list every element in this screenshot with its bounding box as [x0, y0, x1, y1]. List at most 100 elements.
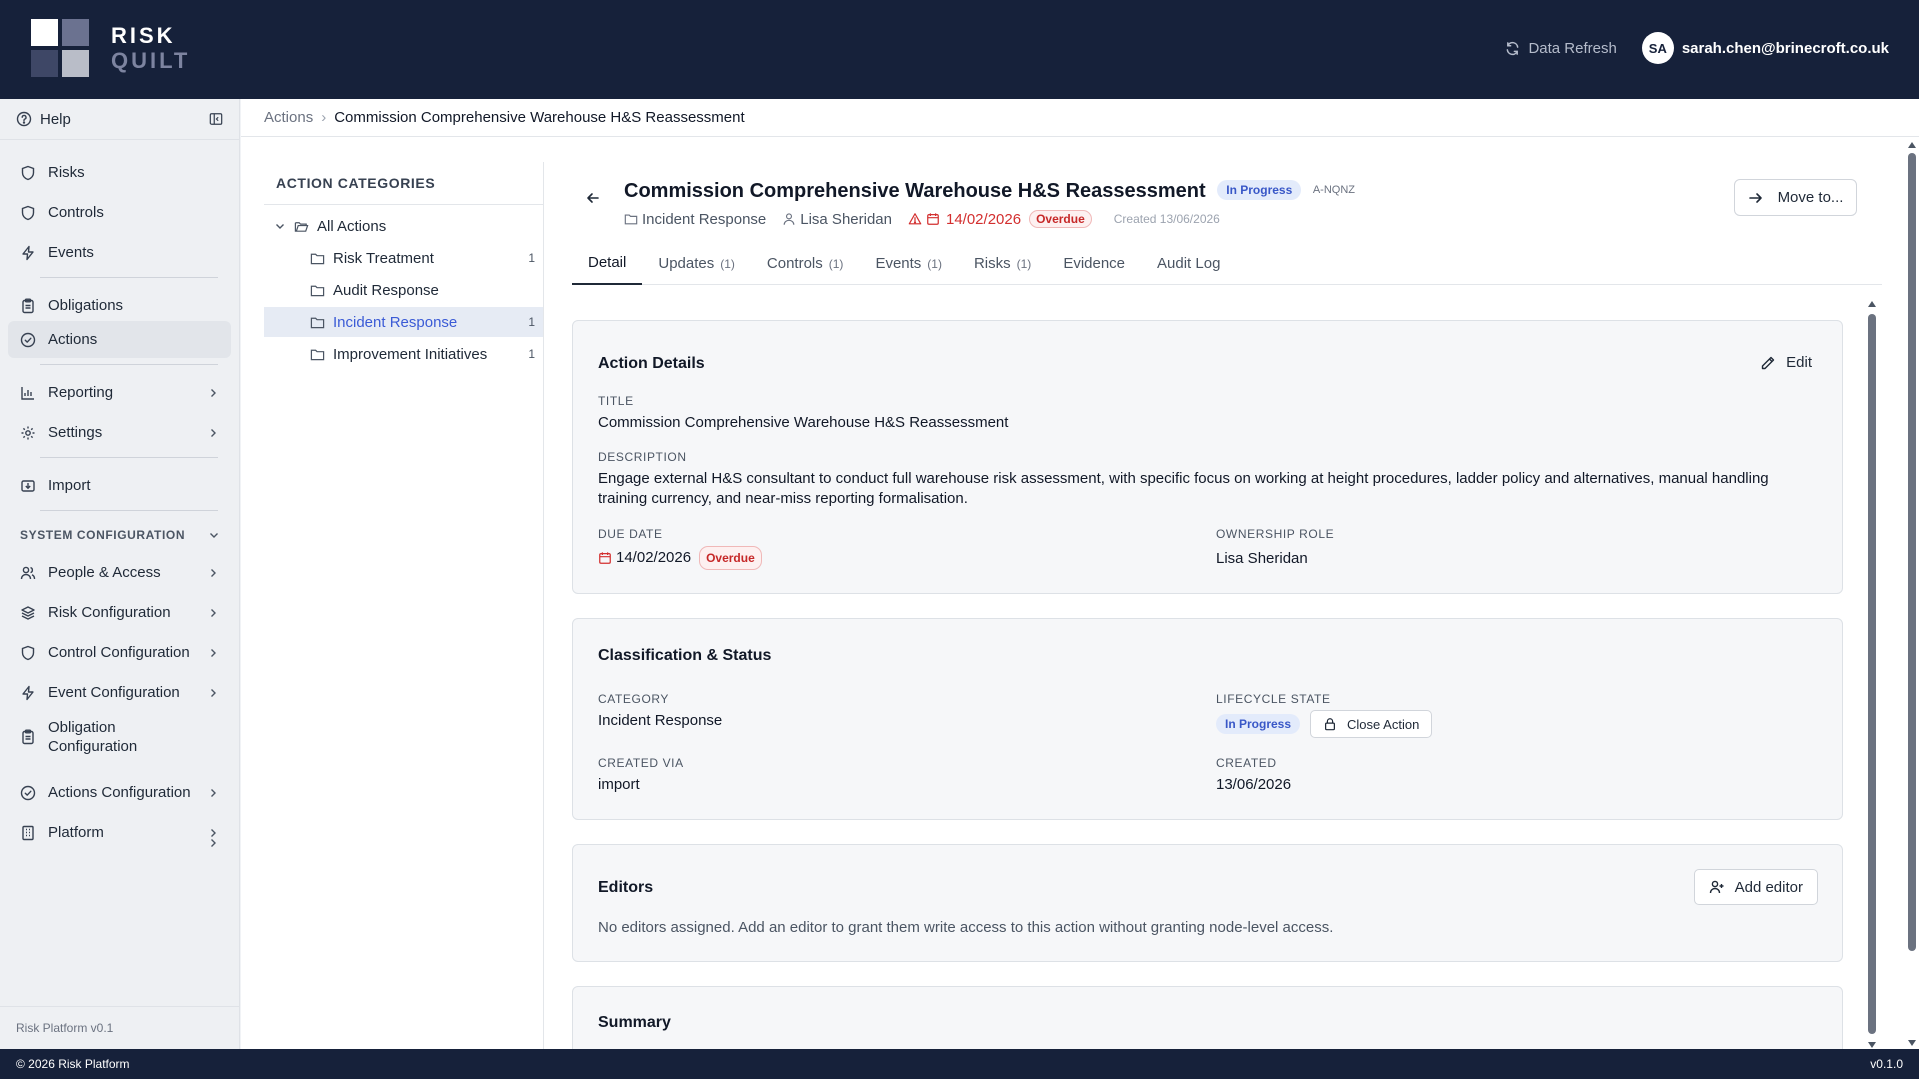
- summary-card: Summary: [572, 986, 1843, 1049]
- edit-label: Edit: [1786, 354, 1812, 371]
- tab-events[interactable]: Events (1): [859, 242, 958, 285]
- sidebar-item-label: Import: [48, 477, 91, 494]
- sidebar-item-event-configuration[interactable]: Event Configuration: [8, 674, 231, 711]
- category-improvement-initiatives[interactable]: Improvement Initiatives 1: [264, 339, 543, 369]
- category-incident-response[interactable]: Incident Response 1: [264, 307, 543, 337]
- category-all-actions[interactable]: All Actions: [264, 211, 543, 241]
- add-editor-button[interactable]: Add editor: [1693, 869, 1818, 905]
- sidebar-item-risks[interactable]: Risks: [8, 154, 231, 191]
- tab-detail[interactable]: Detail: [572, 242, 643, 285]
- collapse-sidebar-icon[interactable]: [209, 112, 223, 126]
- action-categories-panel: ACTION CATEGORIES All Actions Risk Treat…: [264, 162, 544, 1049]
- tab-risks[interactable]: Risks (1): [958, 242, 1047, 285]
- tab-label: Updates: [658, 255, 715, 272]
- shield-icon: [21, 205, 35, 220]
- category-label: Risk Treatment: [333, 249, 434, 267]
- top-bar: RISK QUILT Data Refresh SA sarah.chen@br…: [0, 0, 1919, 99]
- close-action-label: Close Action: [1347, 716, 1420, 732]
- category-count: 1: [528, 315, 535, 329]
- sidebar-item-control-configuration[interactable]: Control Configuration: [8, 634, 231, 671]
- tab-label: Controls: [766, 255, 823, 272]
- pencil-icon: [1761, 356, 1775, 369]
- clipboard-icon: [22, 729, 34, 745]
- folder-icon: [310, 253, 325, 264]
- tab-controls[interactable]: Controls (1): [751, 242, 860, 285]
- category-field-label: CATEGORY: [598, 692, 670, 706]
- sidebar-item-reporting[interactable]: Reporting: [8, 374, 231, 411]
- copyright: © 2026 Risk Platform: [16, 1057, 130, 1071]
- sidebar-item-actions[interactable]: Actions: [8, 321, 231, 358]
- meta-created: Created 13/06/2026: [1113, 212, 1220, 226]
- help-label: Help: [40, 110, 71, 128]
- description-field-label: DESCRIPTION: [598, 450, 687, 464]
- user-email: sarah.chen@brinecroft.co.uk: [1681, 39, 1889, 57]
- tab-label: Audit Log: [1157, 255, 1221, 272]
- system-configuration-header[interactable]: SYSTEM CONFIGURATION: [20, 528, 220, 542]
- action-categories-title: ACTION CATEGORIES: [264, 162, 543, 205]
- chevron-right-icon: [211, 568, 216, 577]
- sidebar-item-events[interactable]: Events: [8, 234, 231, 271]
- category-risk-treatment[interactable]: Risk Treatment 1: [264, 243, 543, 273]
- avatar: SA: [1641, 32, 1674, 64]
- data-refresh-button[interactable]: Data Refresh: [1505, 40, 1617, 57]
- user-icon: [783, 213, 795, 225]
- action-title-row: Commission Comprehensive Warehouse H&S R…: [624, 180, 1355, 203]
- card-title: Classification & Status: [598, 647, 772, 664]
- bar-chart-icon: [21, 386, 34, 400]
- sidebar: Help Risks Controls Events Obligations A…: [0, 99, 240, 1049]
- sidebar-item-import[interactable]: Import: [8, 467, 231, 504]
- tab-label: Events: [875, 255, 922, 272]
- sidebar-help[interactable]: Help: [0, 99, 239, 140]
- footer-bar: © 2026 Risk Platform v0.1.0: [0, 1049, 1919, 1079]
- folder-icon: [310, 317, 325, 328]
- due-date-field-label: DUE DATE: [598, 527, 663, 541]
- sidebar-item-risk-configuration[interactable]: Risk Configuration: [8, 594, 231, 631]
- sidebar-item-obligation-configuration[interactable]: Obligation Configuration: [8, 714, 158, 760]
- sidebar-item-controls[interactable]: Controls: [8, 194, 231, 231]
- user-plus-icon: [1709, 880, 1724, 894]
- category-label: Audit Response: [333, 281, 439, 299]
- tab-count: (1): [927, 256, 942, 271]
- folder-icon: [310, 349, 325, 360]
- move-to-button[interactable]: Move to...: [1734, 179, 1857, 216]
- sidebar-item-label: Reporting: [48, 384, 114, 401]
- tab-evidence[interactable]: Evidence: [1047, 242, 1141, 285]
- close-action-button[interactable]: Close Action: [1310, 710, 1433, 738]
- title-field-value: Commission Comprehensive Warehouse H&S R…: [598, 414, 1009, 431]
- created-label: CREATED: [1216, 756, 1277, 770]
- meta-owner: Lisa Sheridan: [782, 211, 892, 228]
- user-menu[interactable]: SA sarah.chen@brinecroft.co.uk: [1641, 32, 1889, 64]
- logo[interactable]: RISK QUILT: [31, 19, 190, 77]
- sidebar-item-label: Risk Configuration: [48, 604, 171, 621]
- action-details-card: Action Details Edit TITLE Commission Com…: [572, 320, 1843, 594]
- category-audit-response[interactable]: Audit Response: [264, 275, 543, 305]
- description-field-value: Engage external H&S consultant to conduc…: [598, 470, 1769, 507]
- tab-audit-log[interactable]: Audit Log: [1141, 242, 1236, 285]
- breadcrumb-actions-link[interactable]: Actions: [264, 109, 313, 126]
- sidebar-item-actions-configuration[interactable]: Actions Configuration: [8, 774, 231, 811]
- sidebar-item-platform[interactable]: Platform: [8, 814, 231, 851]
- folder-icon: [310, 285, 325, 296]
- sidebar-footer: Risk Platform v0.1: [0, 1006, 239, 1049]
- tab-updates[interactable]: Updates (1): [642, 242, 751, 285]
- refresh-icon: [1507, 41, 1519, 55]
- action-title: Commission Comprehensive Warehouse H&S R…: [624, 180, 1206, 202]
- lifecycle-state-label: LIFECYCLE STATE: [1216, 692, 1331, 706]
- app-version: v0.1.0: [1870, 1057, 1903, 1071]
- tab-label: Detail: [588, 254, 627, 271]
- status-badge: In Progress: [1217, 180, 1302, 200]
- chevron-down-icon[interactable]: [274, 220, 286, 232]
- chevron-right-icon: [211, 648, 216, 657]
- created-via-value: import: [598, 776, 640, 793]
- sidebar-item-people-access[interactable]: People & Access: [8, 554, 231, 591]
- sidebar-item-settings[interactable]: Settings: [8, 414, 231, 451]
- shield-icon: [21, 645, 35, 660]
- logo-line-2: QUILT: [111, 48, 191, 73]
- edit-button[interactable]: Edit: [1760, 354, 1812, 371]
- back-arrow-icon[interactable]: [585, 190, 601, 206]
- tab-count: (1): [1016, 256, 1032, 271]
- content-scrollbar[interactable]: [1867, 300, 1877, 1049]
- sidebar-item-obligations[interactable]: Obligations: [8, 287, 231, 324]
- page-scrollbar[interactable]: [1906, 137, 1919, 1049]
- overdue-badge: Overdue: [1029, 210, 1092, 228]
